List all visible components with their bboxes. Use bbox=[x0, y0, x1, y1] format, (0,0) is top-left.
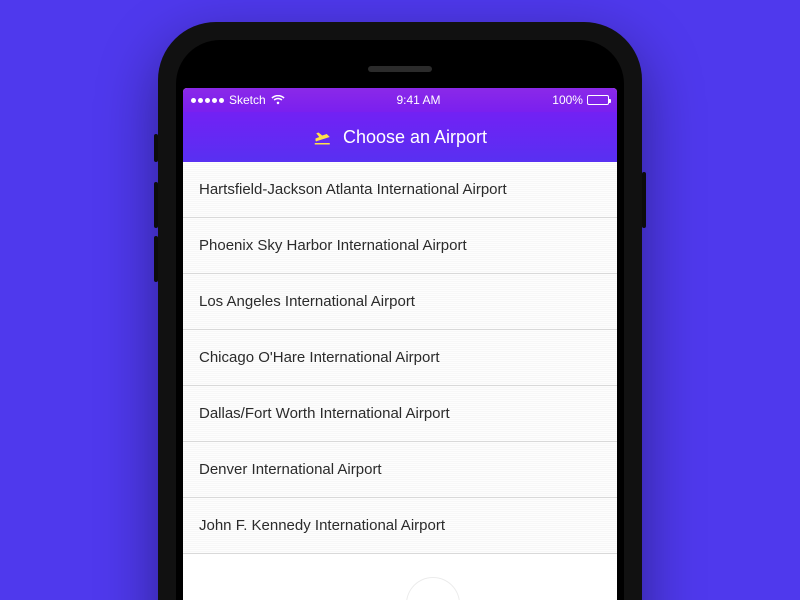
touch-indicator-icon bbox=[407, 578, 459, 600]
battery-percent: 100% bbox=[552, 93, 583, 107]
carrier-label: Sketch bbox=[229, 93, 266, 107]
battery-icon bbox=[587, 95, 609, 105]
airport-name: Dallas/Fort Worth International Airport bbox=[199, 405, 450, 422]
phone-speaker bbox=[368, 66, 432, 72]
mute-switch bbox=[154, 134, 158, 162]
phone-frame: Sketch 9:41 AM 100% Choose an Airport bbox=[158, 22, 642, 600]
signal-dots-icon bbox=[191, 98, 224, 103]
list-item[interactable]: John F. Kennedy International Airport bbox=[183, 498, 617, 554]
airplane-departure-icon bbox=[313, 128, 333, 146]
wifi-icon bbox=[271, 95, 285, 105]
airport-list[interactable]: Hartsfield-Jackson Atlanta International… bbox=[183, 162, 617, 554]
status-bar: Sketch 9:41 AM 100% bbox=[183, 88, 617, 112]
airport-name: Chicago O'Hare International Airport bbox=[199, 349, 440, 366]
volume-up-button bbox=[154, 182, 158, 228]
status-time: 9:41 AM bbox=[396, 93, 440, 107]
power-button bbox=[642, 172, 646, 228]
list-item[interactable]: Chicago O'Hare International Airport bbox=[183, 330, 617, 386]
volume-down-button bbox=[154, 236, 158, 282]
list-item[interactable]: Los Angeles International Airport bbox=[183, 274, 617, 330]
airport-name: Denver International Airport bbox=[199, 461, 382, 478]
airport-name: John F. Kennedy International Airport bbox=[199, 517, 445, 534]
list-item[interactable]: Hartsfield-Jackson Atlanta International… bbox=[183, 162, 617, 218]
airport-name: Los Angeles International Airport bbox=[199, 293, 415, 310]
airport-name: Hartsfield-Jackson Atlanta International… bbox=[199, 181, 507, 198]
nav-title: Choose an Airport bbox=[343, 127, 487, 148]
screen: Sketch 9:41 AM 100% Choose an Airport bbox=[183, 88, 617, 600]
list-item[interactable]: Denver International Airport bbox=[183, 442, 617, 498]
nav-bar: Choose an Airport bbox=[183, 112, 617, 162]
list-item[interactable]: Phoenix Sky Harbor International Airport bbox=[183, 218, 617, 274]
list-item[interactable]: Dallas/Fort Worth International Airport bbox=[183, 386, 617, 442]
airport-name: Phoenix Sky Harbor International Airport bbox=[199, 237, 467, 254]
